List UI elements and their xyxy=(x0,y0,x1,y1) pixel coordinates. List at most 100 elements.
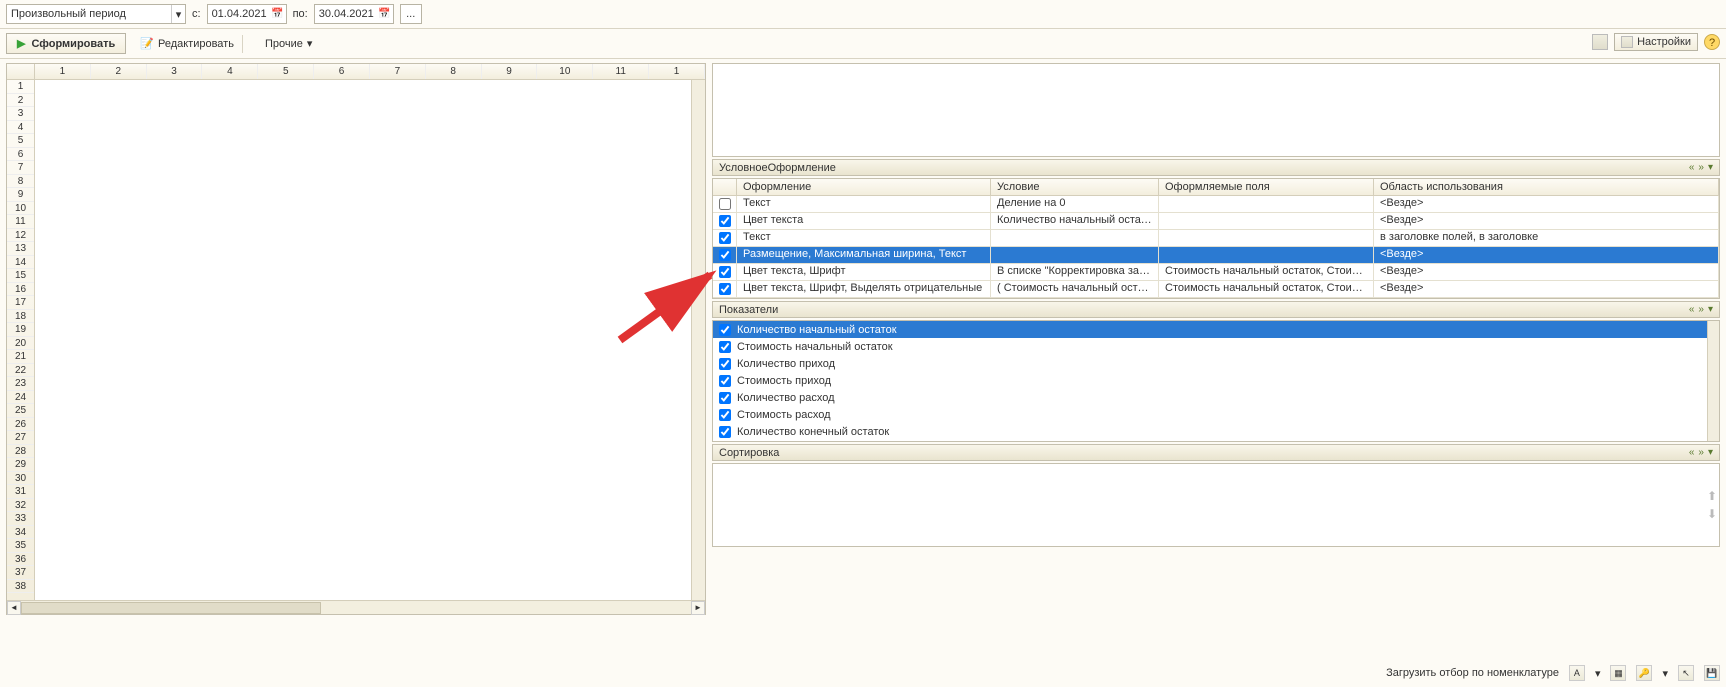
help-icon[interactable]: ? xyxy=(1704,34,1720,50)
move-down-icon[interactable]: ⬇ xyxy=(1707,507,1717,521)
col-header[interactable]: 8 xyxy=(426,64,482,79)
scroll-left-icon[interactable]: ◄ xyxy=(7,601,21,615)
list-item[interactable]: Количество расход xyxy=(713,389,1719,406)
collapse-icon[interactable]: « xyxy=(1689,162,1695,173)
row-checkbox[interactable] xyxy=(719,198,731,210)
col-header[interactable]: 9 xyxy=(482,64,538,79)
row-header[interactable]: 13 xyxy=(7,242,34,256)
row-header[interactable]: 32 xyxy=(7,499,34,513)
table-row[interactable]: Цвет текста, Шрифт, Выделять отрицательн… xyxy=(713,281,1719,298)
col-header[interactable]: 6 xyxy=(314,64,370,79)
row-header[interactable]: 10 xyxy=(7,202,34,216)
item-checkbox[interactable] xyxy=(719,375,731,387)
font-icon[interactable]: A xyxy=(1569,665,1585,681)
item-checkbox[interactable] xyxy=(719,426,731,438)
row-checkbox[interactable] xyxy=(719,249,731,261)
chevron-down-icon[interactable]: ▾ xyxy=(1662,667,1668,680)
col-header[interactable]: 5 xyxy=(258,64,314,79)
row-header[interactable]: 21 xyxy=(7,350,34,364)
scroll-thumb[interactable] xyxy=(21,602,321,614)
run-button[interactable]: ▶ Сформировать xyxy=(6,33,126,54)
table-row[interactable]: Размещение, Максимальная ширина, Текст<В… xyxy=(713,247,1719,264)
others-dropdown[interactable]: Прочие ▾ xyxy=(265,37,312,50)
grid-cells[interactable] xyxy=(35,80,705,600)
table-row[interactable]: Текств заголовке полей, в заголовке xyxy=(713,230,1719,247)
col-header[interactable]: 1 xyxy=(649,64,705,79)
chevron-down-icon[interactable]: ▾ xyxy=(1708,447,1713,458)
table-row[interactable]: Цвет текста, ШрифтВ списке "Корректировк… xyxy=(713,264,1719,281)
chevron-down-icon[interactable]: ▾ xyxy=(1708,304,1713,315)
row-header[interactable]: 34 xyxy=(7,526,34,540)
date-to-input[interactable]: 30.04.2021 📅 xyxy=(314,4,394,24)
row-header[interactable]: 1 xyxy=(7,80,34,94)
list-item[interactable]: Стоимость расход xyxy=(713,406,1719,423)
pokaz-list[interactable]: Количество начальный остатокСтоимость на… xyxy=(712,320,1720,442)
footer-load-label[interactable]: Загрузить отбор по номенклатуре xyxy=(1386,667,1559,679)
row-header[interactable]: 38 xyxy=(7,580,34,594)
row-checkbox[interactable] xyxy=(719,283,731,295)
chevron-down-icon[interactable]: ▾ xyxy=(1595,667,1601,680)
col-header[interactable]: 4 xyxy=(202,64,258,79)
row-header[interactable]: 31 xyxy=(7,485,34,499)
row-header[interactable]: 28 xyxy=(7,445,34,459)
row-header[interactable]: 9 xyxy=(7,188,34,202)
v-scrollbar[interactable] xyxy=(1707,321,1719,441)
grid-icon[interactable]: ▦ xyxy=(1610,665,1626,681)
row-header[interactable]: 14 xyxy=(7,256,34,270)
row-checkbox[interactable] xyxy=(719,215,731,227)
row-header[interactable]: 2 xyxy=(7,94,34,108)
row-header[interactable]: 3 xyxy=(7,107,34,121)
settings-button[interactable]: Настройки xyxy=(1614,33,1698,51)
col-header[interactable]: 7 xyxy=(370,64,426,79)
h-scrollbar[interactable]: ◄ ► xyxy=(7,600,705,614)
row-header[interactable]: 22 xyxy=(7,364,34,378)
table-row[interactable]: Цвет текстаКоличество начальный остаток … xyxy=(713,213,1719,230)
row-header[interactable]: 25 xyxy=(7,404,34,418)
row-header[interactable]: 16 xyxy=(7,283,34,297)
cursor-icon[interactable]: ↖ xyxy=(1678,665,1694,681)
cond-format-table[interactable]: Оформление Условие Оформляемые поля Обла… xyxy=(712,178,1720,299)
item-checkbox[interactable] xyxy=(719,358,731,370)
list-item[interactable]: Стоимость начальный остаток xyxy=(713,338,1719,355)
row-checkbox[interactable] xyxy=(719,232,731,244)
row-header[interactable]: 17 xyxy=(7,296,34,310)
row-header[interactable]: 18 xyxy=(7,310,34,324)
row-header[interactable]: 24 xyxy=(7,391,34,405)
row-header[interactable]: 5 xyxy=(7,134,34,148)
row-header[interactable]: 20 xyxy=(7,337,34,351)
ellipsis-button[interactable]: ... xyxy=(400,4,422,24)
date-from-input[interactable]: 01.04.2021 📅 xyxy=(207,4,287,24)
col-header[interactable]: 3 xyxy=(147,64,203,79)
expand-icon[interactable]: » xyxy=(1698,162,1704,173)
expand-icon[interactable]: » xyxy=(1698,304,1704,315)
scroll-right-icon[interactable]: ► xyxy=(691,601,705,615)
row-header[interactable]: 30 xyxy=(7,472,34,486)
save-icon[interactable]: 💾 xyxy=(1704,665,1720,681)
table-row[interactable]: ТекстДеление на 0<Везде> xyxy=(713,196,1719,213)
item-checkbox[interactable] xyxy=(719,324,731,336)
edit-button[interactable]: 📝 Редактировать xyxy=(140,37,234,50)
item-checkbox[interactable] xyxy=(719,341,731,353)
row-header[interactable]: 36 xyxy=(7,553,34,567)
row-header[interactable]: 35 xyxy=(7,539,34,553)
row-header[interactable]: 6 xyxy=(7,148,34,162)
col-header[interactable]: 11 xyxy=(593,64,649,79)
item-checkbox[interactable] xyxy=(719,409,731,421)
list-item[interactable]: Количество начальный остаток xyxy=(713,321,1719,338)
col-header[interactable]: 10 xyxy=(537,64,593,79)
row-header[interactable]: 4 xyxy=(7,121,34,135)
collapse-icon[interactable]: « xyxy=(1689,304,1695,315)
list-item[interactable]: Количество приход xyxy=(713,355,1719,372)
collapse-icon[interactable]: « xyxy=(1689,447,1695,458)
row-header[interactable]: 11 xyxy=(7,215,34,229)
sort-box[interactable]: ⬆ ⬇ xyxy=(712,463,1720,547)
layout-icon[interactable] xyxy=(1592,34,1608,50)
spreadsheet[interactable]: 12345678910111 1234567891011121314151617… xyxy=(6,63,706,615)
list-item[interactable]: Количество конечный остаток xyxy=(713,423,1719,440)
row-header[interactable]: 29 xyxy=(7,458,34,472)
v-scrollbar[interactable] xyxy=(691,80,705,600)
col-header[interactable]: 1 xyxy=(35,64,91,79)
row-header[interactable]: 15 xyxy=(7,269,34,283)
col-header[interactable]: 2 xyxy=(91,64,147,79)
move-up-icon[interactable]: ⬆ xyxy=(1707,489,1717,503)
